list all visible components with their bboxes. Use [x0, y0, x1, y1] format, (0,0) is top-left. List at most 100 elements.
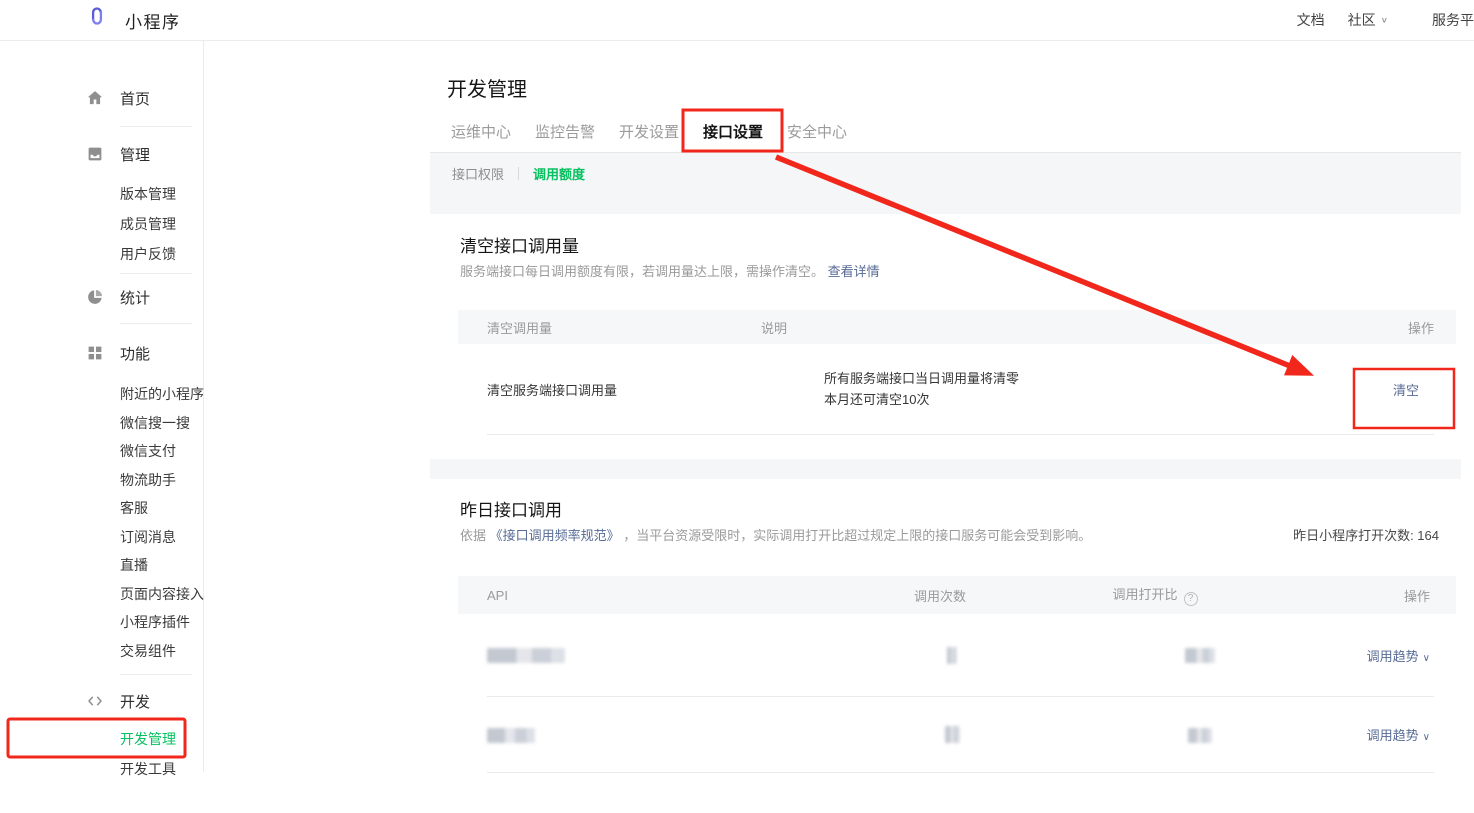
clear-row-name: 清空服务端接口调用量 — [458, 380, 761, 399]
section-title: 清空接口调用量 — [460, 232, 579, 257]
sidebar-item-version-management[interactable]: 版本管理 — [120, 179, 203, 209]
column-header-action: 操作 — [1201, 318, 1456, 337]
redacted-open-ratio — [1188, 728, 1212, 743]
column-header-call-count: 调用次数 — [870, 586, 1010, 605]
clear-call-volume-card: 清空接口调用量 服务端接口每日调用额度有限，若调用量达上限，需操作清空。 查看详… — [430, 215, 1461, 459]
sidebar-item-live[interactable]: 直播 — [120, 551, 203, 580]
sidebar-divider — [120, 323, 192, 324]
description-text: 服务端接口每日调用额度有限，若调用量达上限，需操作清空。 — [460, 264, 824, 279]
table-row: 调用趋势∨ — [458, 697, 1456, 772]
sidebar-item-label: 统计 — [120, 287, 150, 308]
table-header-row: 清空调用量 说明 操作 — [458, 310, 1456, 344]
sidebar-item-subscribe-message[interactable]: 订阅消息 — [120, 523, 203, 552]
sidebar-divider — [120, 674, 192, 675]
sidebar-item-home[interactable]: 首页 — [86, 83, 203, 113]
sidebar-item-label: 功能 — [120, 343, 150, 364]
redacted-open-ratio — [1185, 648, 1215, 663]
sidebar-item-miniprogram-plugin[interactable]: 小程序插件 — [120, 608, 203, 637]
code-icon — [86, 692, 104, 710]
sidebar-item-logistics-assistant[interactable]: 物流助手 — [120, 466, 203, 495]
column-header-action: 操作 — [1300, 586, 1456, 605]
section-description: 服务端接口每日调用额度有限，若调用量达上限，需操作清空。 查看详情 — [460, 261, 880, 280]
redacted-call-count — [945, 726, 960, 743]
yesterday-api-calls-card: 昨日接口调用 依据 《接口调用频率规范》 ，当平台资源受限时，实际调用打开比超过… — [430, 479, 1461, 813]
api-cell — [458, 726, 870, 742]
sidebar-item-nearby-miniprograms[interactable]: 附近的小程序 — [120, 380, 203, 409]
subtab-call-quota[interactable]: 调用额度 — [533, 164, 585, 183]
column-header-api: API — [458, 588, 870, 603]
nav-community-label: 社区 — [1348, 10, 1376, 30]
clear-row-note: 所有服务端接口当日调用量将清零 本月还可清空10次 — [761, 368, 1201, 410]
subtab-divider — [518, 167, 519, 180]
tab-operations-center[interactable]: 运维中心 — [451, 121, 511, 142]
tab-interface-settings[interactable]: 接口设置 — [703, 121, 763, 142]
subtab-interface-permissions[interactable]: 接口权限 — [452, 164, 504, 183]
miniprogram-logo-icon — [88, 7, 114, 33]
table-row: 调用趋势∨ — [458, 614, 1456, 696]
pie-chart-icon — [86, 288, 104, 306]
sidebar-item-customer-service[interactable]: 客服 — [120, 494, 203, 523]
sidebar-divider — [120, 273, 192, 274]
column-header-clear-volume: 清空调用量 — [458, 318, 761, 337]
redacted-call-count — [947, 647, 957, 664]
redacted-api-name — [487, 648, 565, 663]
open-count-value: 164 — [1417, 528, 1439, 543]
sidebar-item-label: 管理 — [120, 144, 150, 165]
nav-community[interactable]: 社区 ∨ — [1348, 10, 1388, 30]
main-tabs: 运维中心 监控告警 开发设置 接口设置 安全中心 — [451, 121, 871, 142]
help-icon[interactable]: ? — [1184, 592, 1198, 606]
chevron-down-icon: ∨ — [1381, 16, 1388, 25]
column-header-open-ratio: 调用打开比? — [1010, 584, 1300, 606]
sidebar-item-label: 首页 — [120, 88, 150, 109]
sidebar-item-wechat-search[interactable]: 微信搜一搜 — [120, 409, 203, 438]
api-cell — [458, 647, 870, 663]
inbox-icon — [86, 145, 104, 163]
clear-button[interactable]: 清空 — [1393, 383, 1419, 398]
sidebar-item-development[interactable]: 开发 — [86, 686, 203, 716]
page-title: 开发管理 — [447, 73, 527, 102]
note-line-1: 所有服务端接口当日调用量将清零 — [824, 368, 1201, 389]
tab-security-center[interactable]: 安全中心 — [787, 121, 847, 142]
top-nav: 文档 社区 ∨ 服务平 — [1297, 0, 1474, 40]
main-content: 开发管理 运维中心 监控告警 开发设置 接口设置 安全中心 接口权限 调用额度 … — [205, 41, 1474, 772]
miniprogram-logo[interactable]: 小程序 — [88, 7, 181, 33]
nav-docs[interactable]: 文档 — [1297, 10, 1325, 30]
call-count-cell — [870, 646, 1010, 663]
sidebar-item-statistics[interactable]: 统计 — [86, 282, 203, 312]
clear-row-action-cell: 清空 — [1201, 380, 1456, 399]
open-ratio-cell — [1010, 726, 1300, 742]
frequency-spec-link[interactable]: 《接口调用频率规范》 — [490, 528, 620, 543]
open-count: 昨日小程序打开次数: 164 — [1293, 525, 1439, 544]
section-description: 依据 《接口调用频率规范》 ，当平台资源受限时，实际调用打开比超过规定上限的接口… — [460, 525, 1091, 544]
sidebar-item-trade-component[interactable]: 交易组件 — [120, 637, 203, 666]
view-details-link[interactable]: 查看详情 — [828, 264, 880, 279]
description-prefix: 依据 — [460, 528, 486, 543]
call-trend-link[interactable]: 调用趋势∨ — [1367, 728, 1430, 743]
redacted-api-name — [487, 728, 535, 743]
note-line-2: 本月还可清空10次 — [824, 389, 1201, 410]
subtab-bar: 接口权限 调用额度 — [430, 153, 1461, 214]
sidebar-item-wechat-pay[interactable]: 微信支付 — [120, 437, 203, 466]
section-gap — [430, 459, 1461, 479]
sidebar-item-features[interactable]: 功能 — [86, 338, 203, 368]
sidebar-item-user-feedback[interactable]: 用户反馈 — [120, 239, 203, 269]
chevron-down-icon: ∨ — [1423, 732, 1430, 743]
call-trend-link[interactable]: 调用趋势∨ — [1367, 649, 1430, 664]
action-cell: 调用趋势∨ — [1300, 646, 1456, 665]
grid-icon — [86, 344, 104, 362]
description-suffix: ，当平台资源受限时，实际调用打开比超过规定上限的接口服务可能会受到影响。 — [623, 528, 1091, 543]
sidebar-item-page-content-access[interactable]: 页面内容接入 — [120, 580, 203, 609]
sidebar-item-development-tools[interactable]: 开发工具 — [120, 754, 203, 784]
sidebar-item-manage[interactable]: 管理 — [86, 139, 203, 169]
nav-service-platform[interactable]: 服务平 — [1432, 10, 1474, 30]
open-ratio-cell — [1010, 647, 1300, 663]
column-header-note: 说明 — [761, 318, 1201, 337]
section-title: 昨日接口调用 — [460, 496, 562, 521]
sidebar-item-development-management[interactable]: 开发管理 — [120, 724, 203, 754]
row-divider — [487, 434, 1434, 435]
tab-monitor-alerts[interactable]: 监控告警 — [535, 121, 595, 142]
sidebar-item-member-management[interactable]: 成员管理 — [120, 209, 203, 239]
tab-development-settings[interactable]: 开发设置 — [619, 121, 679, 142]
logo-text: 小程序 — [125, 8, 181, 33]
table-header-row: API 调用次数 调用打开比? 操作 — [458, 576, 1456, 614]
